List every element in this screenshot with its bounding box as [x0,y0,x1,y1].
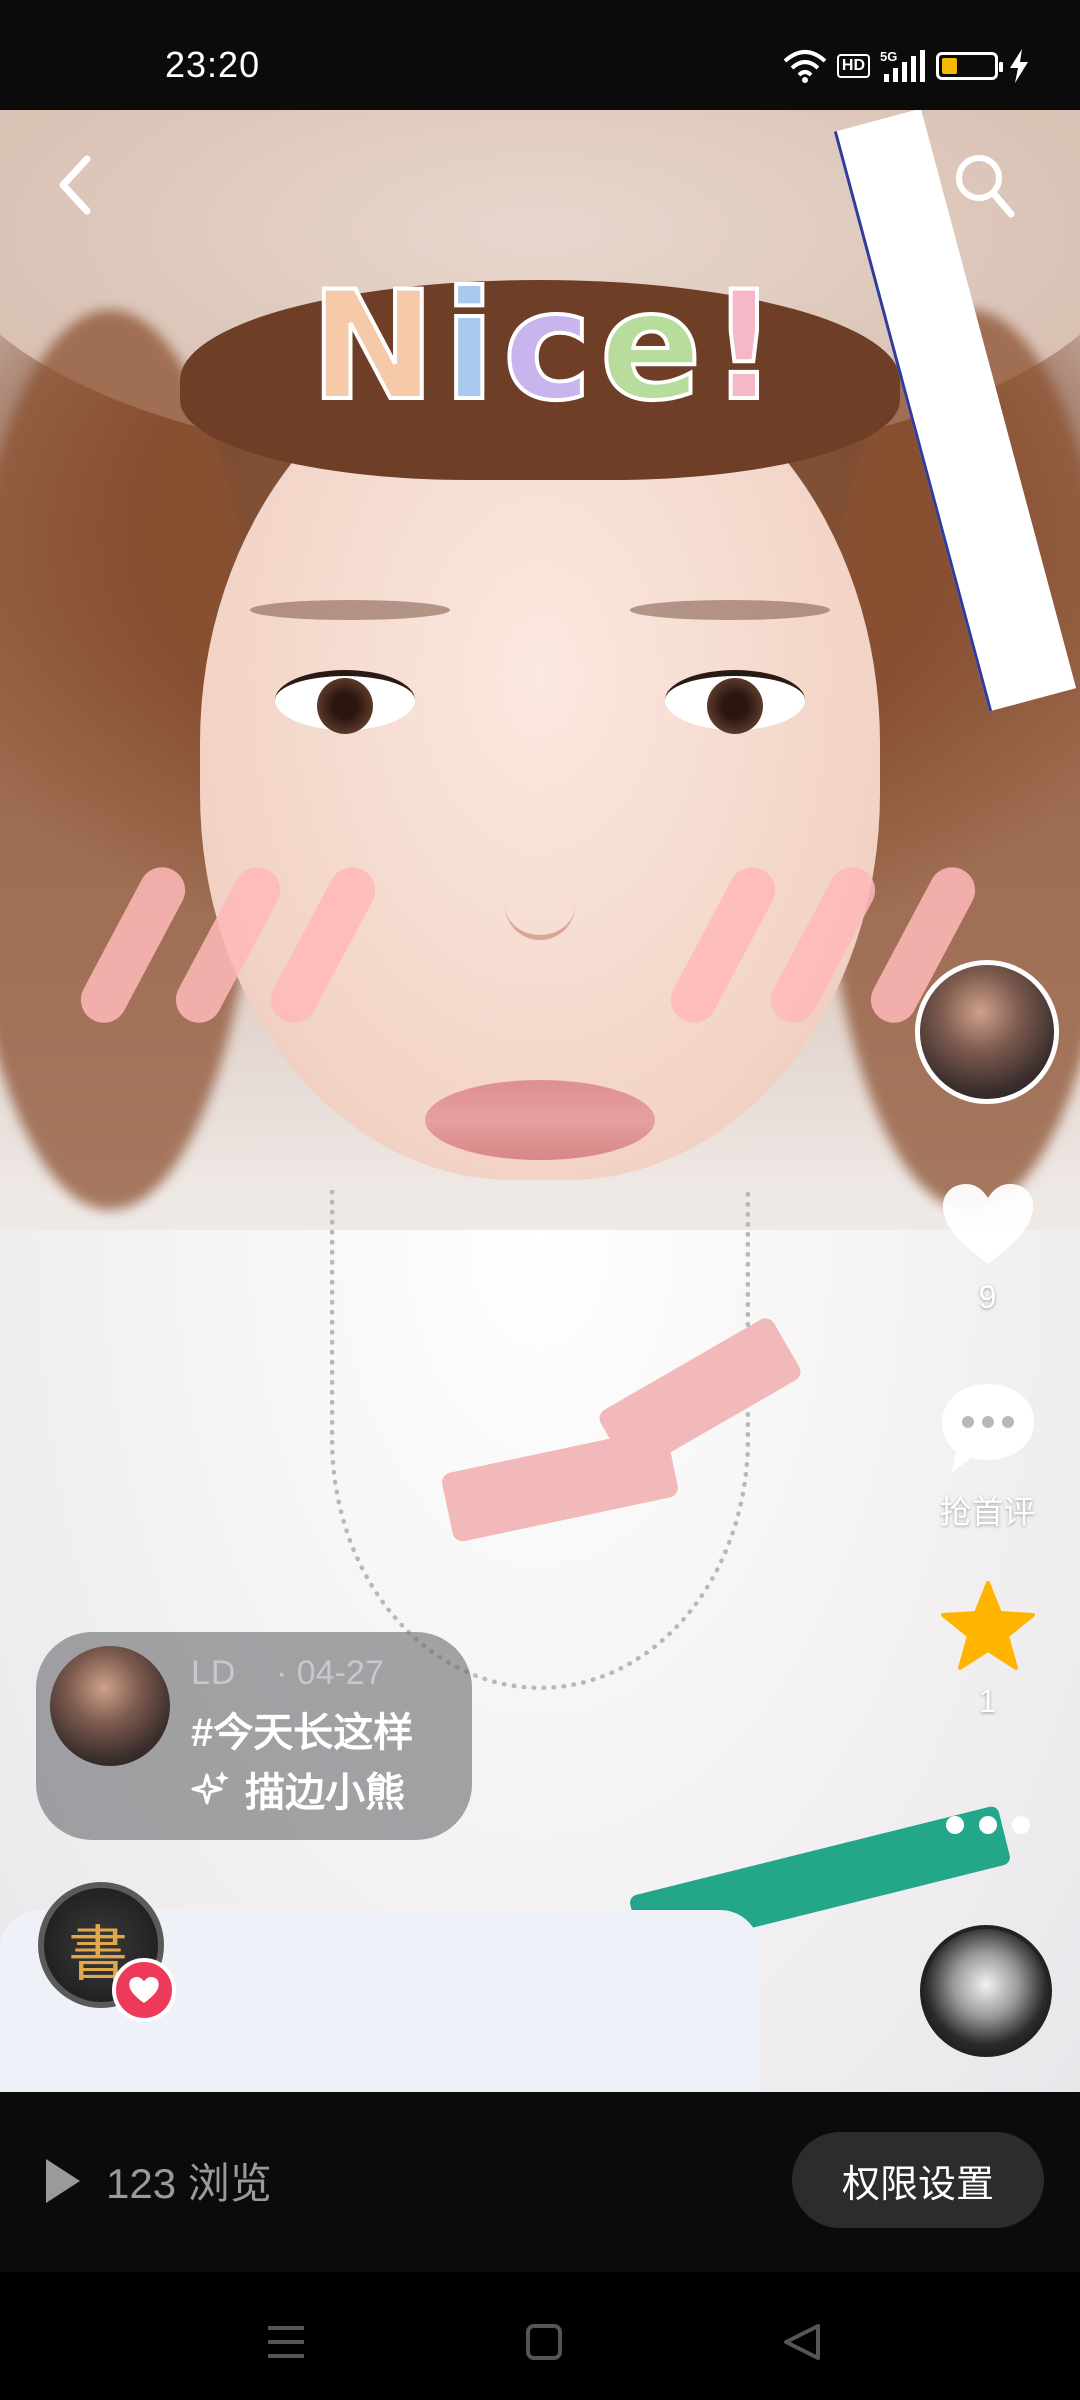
music-disc-icon[interactable] [920,1925,1052,2057]
svg-text:5G: 5G [880,49,897,64]
nav-home-button[interactable] [504,2302,584,2382]
sparkle-icon [191,1771,229,1805]
favorite-count: 1 [978,1683,997,1719]
views-counter: 123 浏览 [42,2150,272,2211]
photo-lips [425,1080,655,1160]
comment-button[interactable]: 抢首评 [900,1380,1075,1533]
author-name[interactable]: LD [191,1654,236,1693]
play-icon [46,2158,80,2203]
status-icons: HD 5G [783,46,1030,86]
nice-sticker: Nice! [308,258,787,436]
post-date: · 04-27 [276,1654,384,1692]
sticker-letter: c [501,258,600,436]
comment-label: 抢首评 [939,1494,1036,1530]
charging-icon [1010,49,1028,83]
signal-5g-icon: 5G [880,49,925,82]
heart-icon [942,1184,1033,1264]
like-count: 9 [978,1279,997,1315]
heart-badge-icon [129,1976,159,2004]
info-avatar[interactable] [50,1646,170,1766]
menu-nav-icon [268,2326,304,2358]
sticker-letter: e [598,258,710,436]
status-time: 23:20 [165,44,261,85]
effect-name: 描边小熊 [245,1771,405,1815]
photo-brow-right [630,600,830,620]
battery-level [942,58,957,74]
permission-settings-button[interactable]: 权限设置 [792,2132,1044,2228]
home-nav-icon [526,2324,562,2360]
more-icon [945,1816,1030,1834]
sticker-letter: ! [708,258,787,436]
hd-icon: HD [836,54,870,78]
post-hashtag[interactable]: #今天长这样 [191,1700,413,1758]
more-button[interactable] [900,1795,1075,1855]
photo-eye-right [665,670,805,734]
sticker-letter: i [442,258,503,436]
effect-link[interactable]: 描边小熊 [191,1760,405,1818]
author-avatar[interactable] [915,960,1059,1104]
search-button[interactable] [950,145,1020,225]
photo-eye-left [275,670,415,734]
like-button[interactable]: 9 [900,1180,1075,1316]
favorite-button[interactable]: 1 [900,1580,1075,1720]
back-button[interactable] [40,140,110,230]
search-icon [956,155,1015,218]
back-nav-icon [784,2324,820,2360]
wifi-icon [783,50,827,83]
star-icon [940,1581,1035,1670]
nav-menu-button[interactable] [246,2302,326,2382]
back-arrow-icon [59,155,91,215]
photo-brow-left [250,600,450,620]
status-bar: 23:20 HD 5G [0,0,1080,110]
music-heart-badge[interactable] [112,1958,176,2022]
photo-nose [505,850,575,940]
comment-icon [941,1384,1034,1472]
views-text: 123 浏览 [106,2160,272,2207]
sticker-letter: N [308,258,444,436]
system-nav-bar [0,2272,1080,2400]
bottom-bar: 123 浏览 权限设置 [0,2092,1080,2272]
post-info-card[interactable]: LD · 04-27 #今天长这样 描边小熊 [36,1632,472,1840]
battery-icon [936,52,1003,80]
nav-back-button[interactable] [762,2302,842,2382]
